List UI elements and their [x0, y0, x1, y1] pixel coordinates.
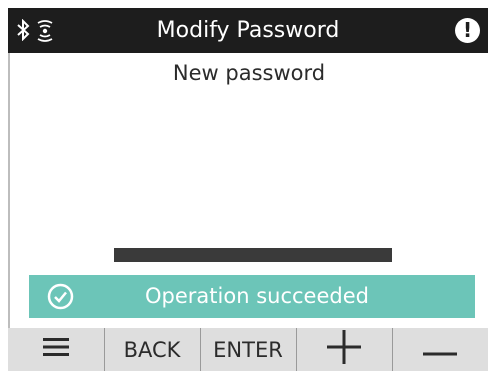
minus-icon	[423, 338, 457, 362]
success-toast: Operation succeeded	[29, 275, 475, 318]
menu-icon	[43, 337, 69, 362]
softkey-bar: BACK ENTER	[8, 328, 488, 371]
toast-message: Operation succeeded	[145, 284, 369, 308]
plus-button[interactable]	[296, 328, 392, 371]
enter-button[interactable]: ENTER	[200, 328, 296, 371]
content-area: New password Operation succeeded	[8, 53, 488, 328]
page-title: Modify Password	[156, 18, 340, 43]
menu-button[interactable]	[8, 328, 104, 371]
plus-icon	[327, 330, 361, 369]
minus-button[interactable]	[392, 328, 488, 371]
back-button[interactable]: BACK	[104, 328, 200, 371]
password-entry-field[interactable]	[114, 248, 392, 262]
new-password-label: New password	[172, 61, 326, 85]
header-bar: Modify Password !	[8, 8, 488, 53]
alert-icon[interactable]: !	[455, 18, 480, 43]
